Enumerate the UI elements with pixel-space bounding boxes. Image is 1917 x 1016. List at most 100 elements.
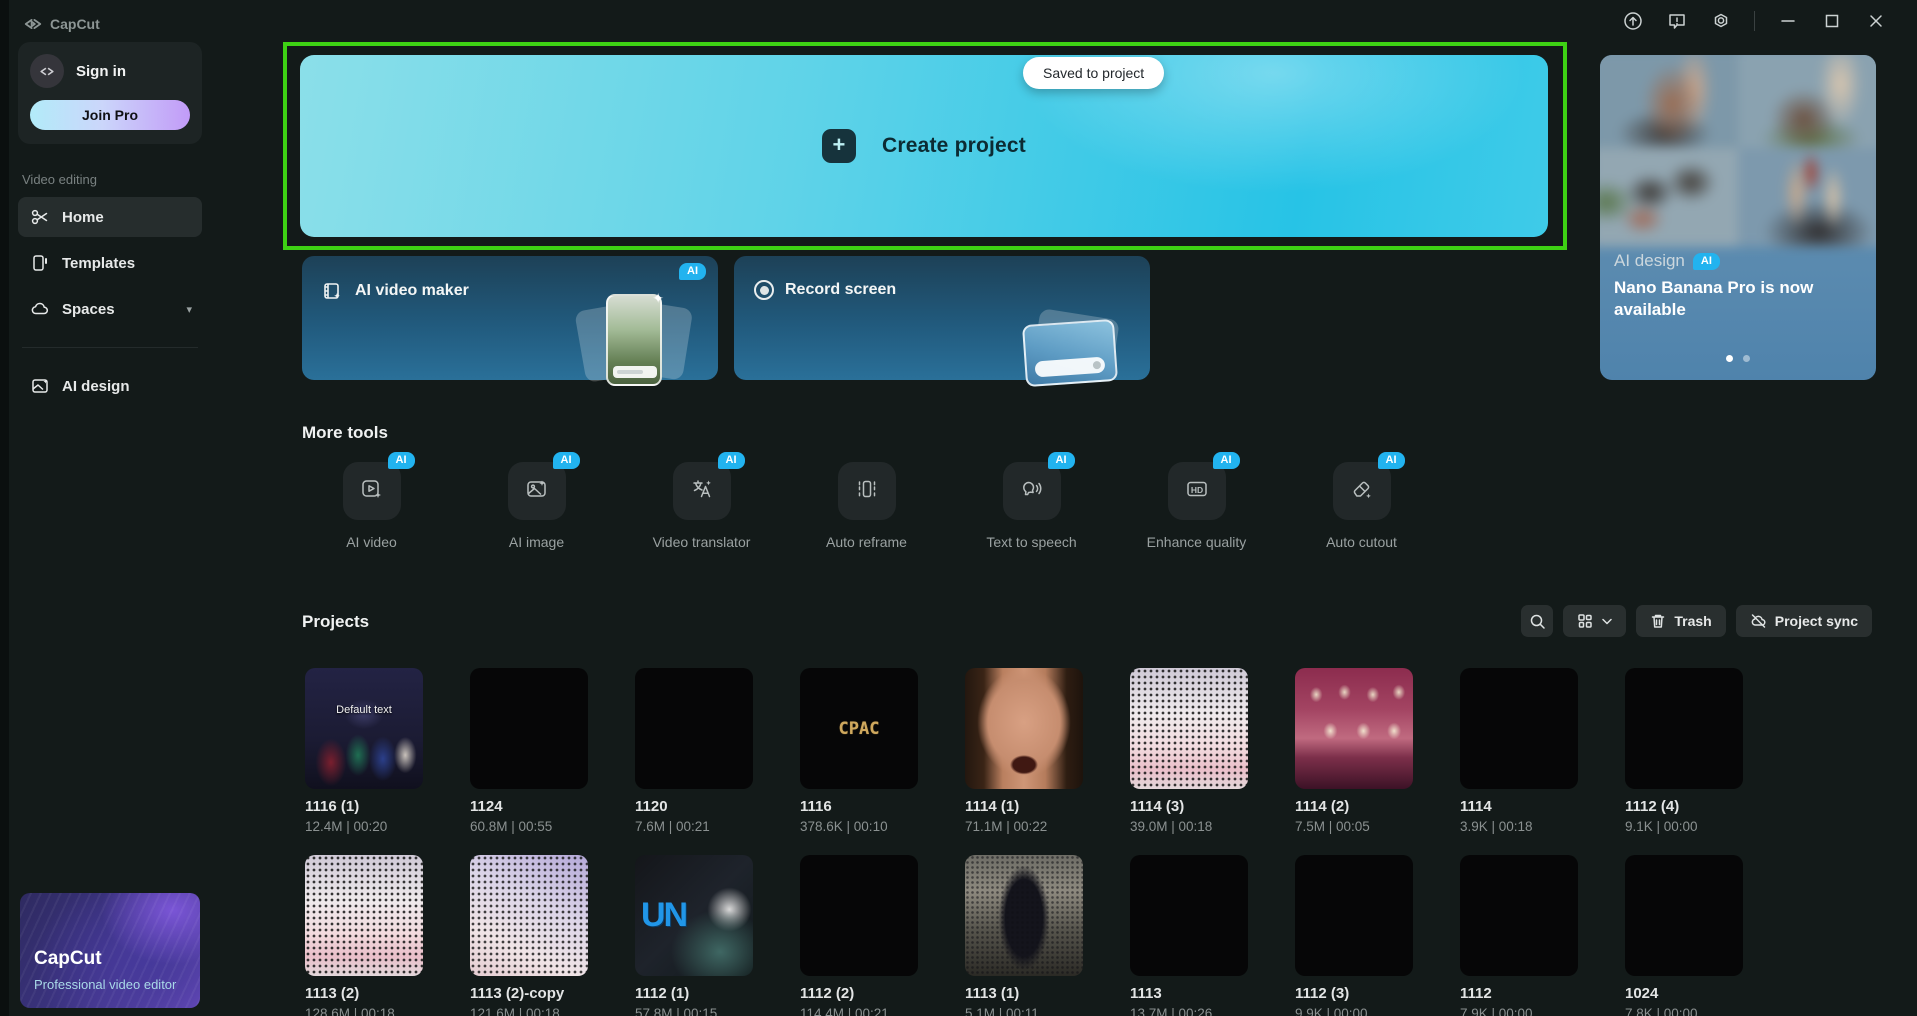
project-name: 1116 [800,798,918,815]
projects-toolbar: Trash Project sync [1521,605,1872,637]
grid-view-icon [1577,613,1593,629]
project-card[interactable]: 1112 (2) 114.4M | 00:21 [800,855,918,1016]
ai-badge: AI [388,452,415,469]
project-card[interactable]: 1120 7.6M | 00:21 [635,668,753,855]
titlebar: CapCut [9,0,1917,52]
project-card[interactable]: 1112 (3) 9.9K | 00:00 [1295,855,1413,1016]
project-name: 1120 [635,798,753,815]
ai-video-maker-card[interactable]: AI video maker AI ✦ [302,256,718,380]
project-thumbnail [1625,668,1743,789]
speech-icon [1019,476,1045,507]
tool-label: AI video [346,534,397,550]
settings-icon[interactable] [1710,10,1732,32]
ai-badge: AI [679,263,706,280]
join-pro-button[interactable]: Join Pro [30,100,190,130]
trash-button[interactable]: Trash [1636,605,1725,637]
capcut-promo-banner[interactable]: CapCut Professional video editor [20,893,200,1008]
sign-in-button[interactable]: Sign in [30,54,190,88]
project-name: 1112 (4) [1625,798,1743,815]
minimize-icon[interactable] [1777,10,1799,32]
project-card[interactable]: 1114 (1) 71.1M | 00:22 [965,668,1083,855]
project-card[interactable]: 1113 13.7M | 00:26 [1130,855,1248,1016]
sidebar-item-ai-design[interactable]: AI design [18,366,202,406]
project-sync-button[interactable]: Project sync [1736,605,1872,637]
sidebar-item-templates[interactable]: Templates [18,243,202,283]
search-button[interactable] [1521,605,1553,637]
project-card[interactable]: 1113 (2) 128.6M | 00:18 [305,855,423,1016]
templates-icon [30,253,50,273]
project-name: 1024 [1625,985,1743,1002]
plus-icon: + [822,129,856,163]
create-project-label: Create project [882,134,1026,158]
tool-item[interactable]: AI Text to speech [949,462,1114,550]
project-card[interactable]: 1114 (3) 39.0M | 00:18 [1130,668,1248,855]
upload-icon[interactable] [1622,10,1644,32]
sidebar-item-spaces[interactable]: Spaces ▾ [18,289,202,329]
projects-heading: Projects [302,612,369,632]
chevron-down-icon[interactable]: ▾ [186,303,192,316]
signin-card: Sign in Join Pro [18,42,202,144]
project-card[interactable]: 1112 (4) 9.1K | 00:00 [1625,668,1743,855]
project-card[interactable]: CPAC 1116 378.6K | 00:10 [800,668,918,855]
sidebar: Sign in Join Pro Video editing Home Temp… [18,42,202,406]
sidebar-divider [22,347,198,348]
carousel-dot[interactable] [1743,355,1750,362]
project-thumbnail [965,855,1083,976]
tool-label: Auto cutout [1326,534,1397,550]
carousel-dots [1600,355,1876,362]
project-thumbnail [1130,855,1248,976]
promo-category: AI design [1614,251,1685,271]
sparkle-icon: ✦ [652,290,664,307]
close-icon[interactable] [1865,10,1887,32]
scissors-icon [30,207,50,227]
saved-toast: Saved to project [1023,57,1164,89]
view-mode-button[interactable] [1563,605,1626,637]
project-thumbnail [1295,855,1413,976]
record-icon [754,280,774,300]
project-thumbnail [470,668,588,789]
project-card[interactable]: Default text 1116 (1) 12.4M | 00:20 [305,668,423,855]
ai-image-icon [524,476,550,507]
tool-item[interactable]: HD AI Enhance quality [1114,462,1279,550]
promo-title: CapCut [34,948,102,970]
maximize-icon[interactable] [1821,10,1843,32]
tool-item[interactable]: AI Auto cutout [1279,462,1444,550]
sidebar-item-home[interactable]: Home [18,197,202,237]
project-name: 1113 (2)-copy [470,985,588,1002]
project-thumbnail [1130,668,1248,789]
sidebar-item-label: Home [62,209,104,226]
project-thumbnail: UN [635,855,753,976]
project-card[interactable]: 1113 (1) 5.1M | 00:11 [965,855,1083,1016]
tool-item[interactable]: Auto reframe [784,462,949,550]
project-name: 1124 [470,798,588,815]
project-card[interactable]: 1113 (2)-copy 121.6M | 00:18 [470,855,588,1016]
project-name: 1114 (2) [1295,798,1413,815]
hd-icon: HD [1184,476,1210,507]
project-thumbnail: Default text [305,668,423,789]
tool-item[interactable]: AI AI image [454,462,619,550]
nano-banana-promo-card[interactable]: AI design AI Nano Banana Pro is now avai… [1600,55,1876,380]
project-card[interactable]: 1024 7.8K | 00:00 [1625,855,1743,1016]
create-project-banner[interactable]: + Create project [300,55,1548,237]
carousel-dot[interactable] [1726,355,1733,362]
project-name: 1112 (3) [1295,985,1413,1002]
tool-label: Text to speech [986,534,1076,550]
project-card[interactable]: 1112 7.9K | 00:00 [1460,855,1578,1016]
trash-label: Trash [1674,613,1711,629]
project-card[interactable]: 1114 3.9K | 00:18 [1460,668,1578,855]
thumbnail-overlay-text: UN [635,855,753,976]
thumbnail-overlay-text: Default text [305,668,423,789]
translator-icon [689,476,715,507]
feedback-icon[interactable] [1666,10,1688,32]
project-card[interactable]: UN 1112 (1) 57.8M | 00:15 [635,855,753,1016]
search-icon [1529,613,1546,630]
projects-grid: Default text 1116 (1) 12.4M | 00:20 1124… [305,668,1790,1016]
record-screen-card[interactable]: Record screen [734,256,1150,380]
card-thumbnails [1012,284,1122,394]
project-card[interactable]: 1114 (2) 7.5M | 00:05 [1295,668,1413,855]
tool-label: Enhance quality [1147,534,1247,550]
thumbnail-overlay-text: CPAC [800,668,918,789]
tool-item[interactable]: AI Video translator [619,462,784,550]
tool-item[interactable]: AI AI video [289,462,454,550]
project-card[interactable]: 1124 60.8M | 00:55 [470,668,588,855]
